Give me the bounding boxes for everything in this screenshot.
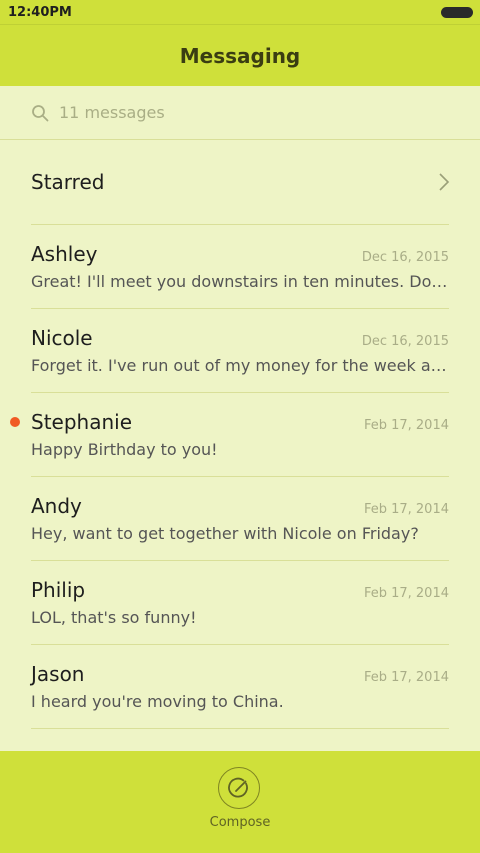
status-bar: 12:40PM (0, 0, 480, 25)
message-preview: I heard you're moving to China. (31, 692, 284, 711)
conversation-row[interactable]: Jason Feb 17, 2014 I heard you're moving… (0, 644, 480, 728)
unread-indicator (10, 417, 20, 427)
search-input[interactable]: 11 messages (59, 103, 165, 122)
conversation-row[interactable]: Ashley Dec 16, 2015 Great! I'll meet you… (0, 224, 480, 308)
contact-name: Philip (31, 578, 86, 602)
contact-name: Ashley (31, 242, 98, 266)
message-preview: Forget it. I've run out of my money for … (31, 356, 449, 375)
conversation-row[interactable]: Nicole Dec 16, 2015 Forget it. I've run … (0, 308, 480, 392)
conversation-row[interactable]: Philip Feb 17, 2014 LOL, that's so funny… (0, 560, 480, 644)
message-preview: LOL, that's so funny! (31, 608, 197, 627)
contact-name: Nicole (31, 326, 93, 350)
search-icon (32, 104, 49, 121)
message-preview: Hey, want to get together with Nicole on… (31, 524, 419, 543)
chevron-right-icon (439, 173, 450, 191)
message-date: Dec 16, 2015 (361, 250, 449, 265)
compose-label: Compose (209, 815, 271, 830)
starred-label: Starred (31, 170, 105, 194)
conversation-row[interactable]: Andy Feb 17, 2014 Hey, want to get toget… (0, 476, 480, 560)
divider (31, 728, 449, 729)
search-bar[interactable]: 11 messages (0, 86, 480, 140)
contact-name: Stephanie (31, 410, 133, 434)
page-title: Messaging (179, 43, 301, 68)
status-time: 12:40PM (8, 4, 72, 20)
bottom-action-bar: Compose (0, 751, 480, 853)
battery-icon (442, 7, 472, 17)
message-date: Feb 17, 2014 (363, 418, 449, 433)
contact-name: Andy (31, 494, 82, 518)
conversation-row[interactable]: Stephanie Feb 17, 2014 Happy Birthday to… (0, 392, 480, 476)
contact-name: Jason (31, 662, 85, 686)
app-bar: Messaging (0, 25, 480, 86)
message-date: Feb 17, 2014 (363, 586, 449, 601)
message-date: Feb 17, 2014 (363, 670, 449, 685)
message-preview: Great! I'll meet you downstairs in ten m… (31, 272, 449, 291)
message-date: Feb 17, 2014 (363, 502, 449, 517)
message-date: Dec 16, 2015 (361, 334, 449, 349)
message-preview: Happy Birthday to you! (31, 440, 218, 459)
compose-button[interactable] (218, 767, 260, 809)
compose-icon (228, 777, 248, 798)
starred-folder[interactable]: Starred (0, 140, 480, 224)
